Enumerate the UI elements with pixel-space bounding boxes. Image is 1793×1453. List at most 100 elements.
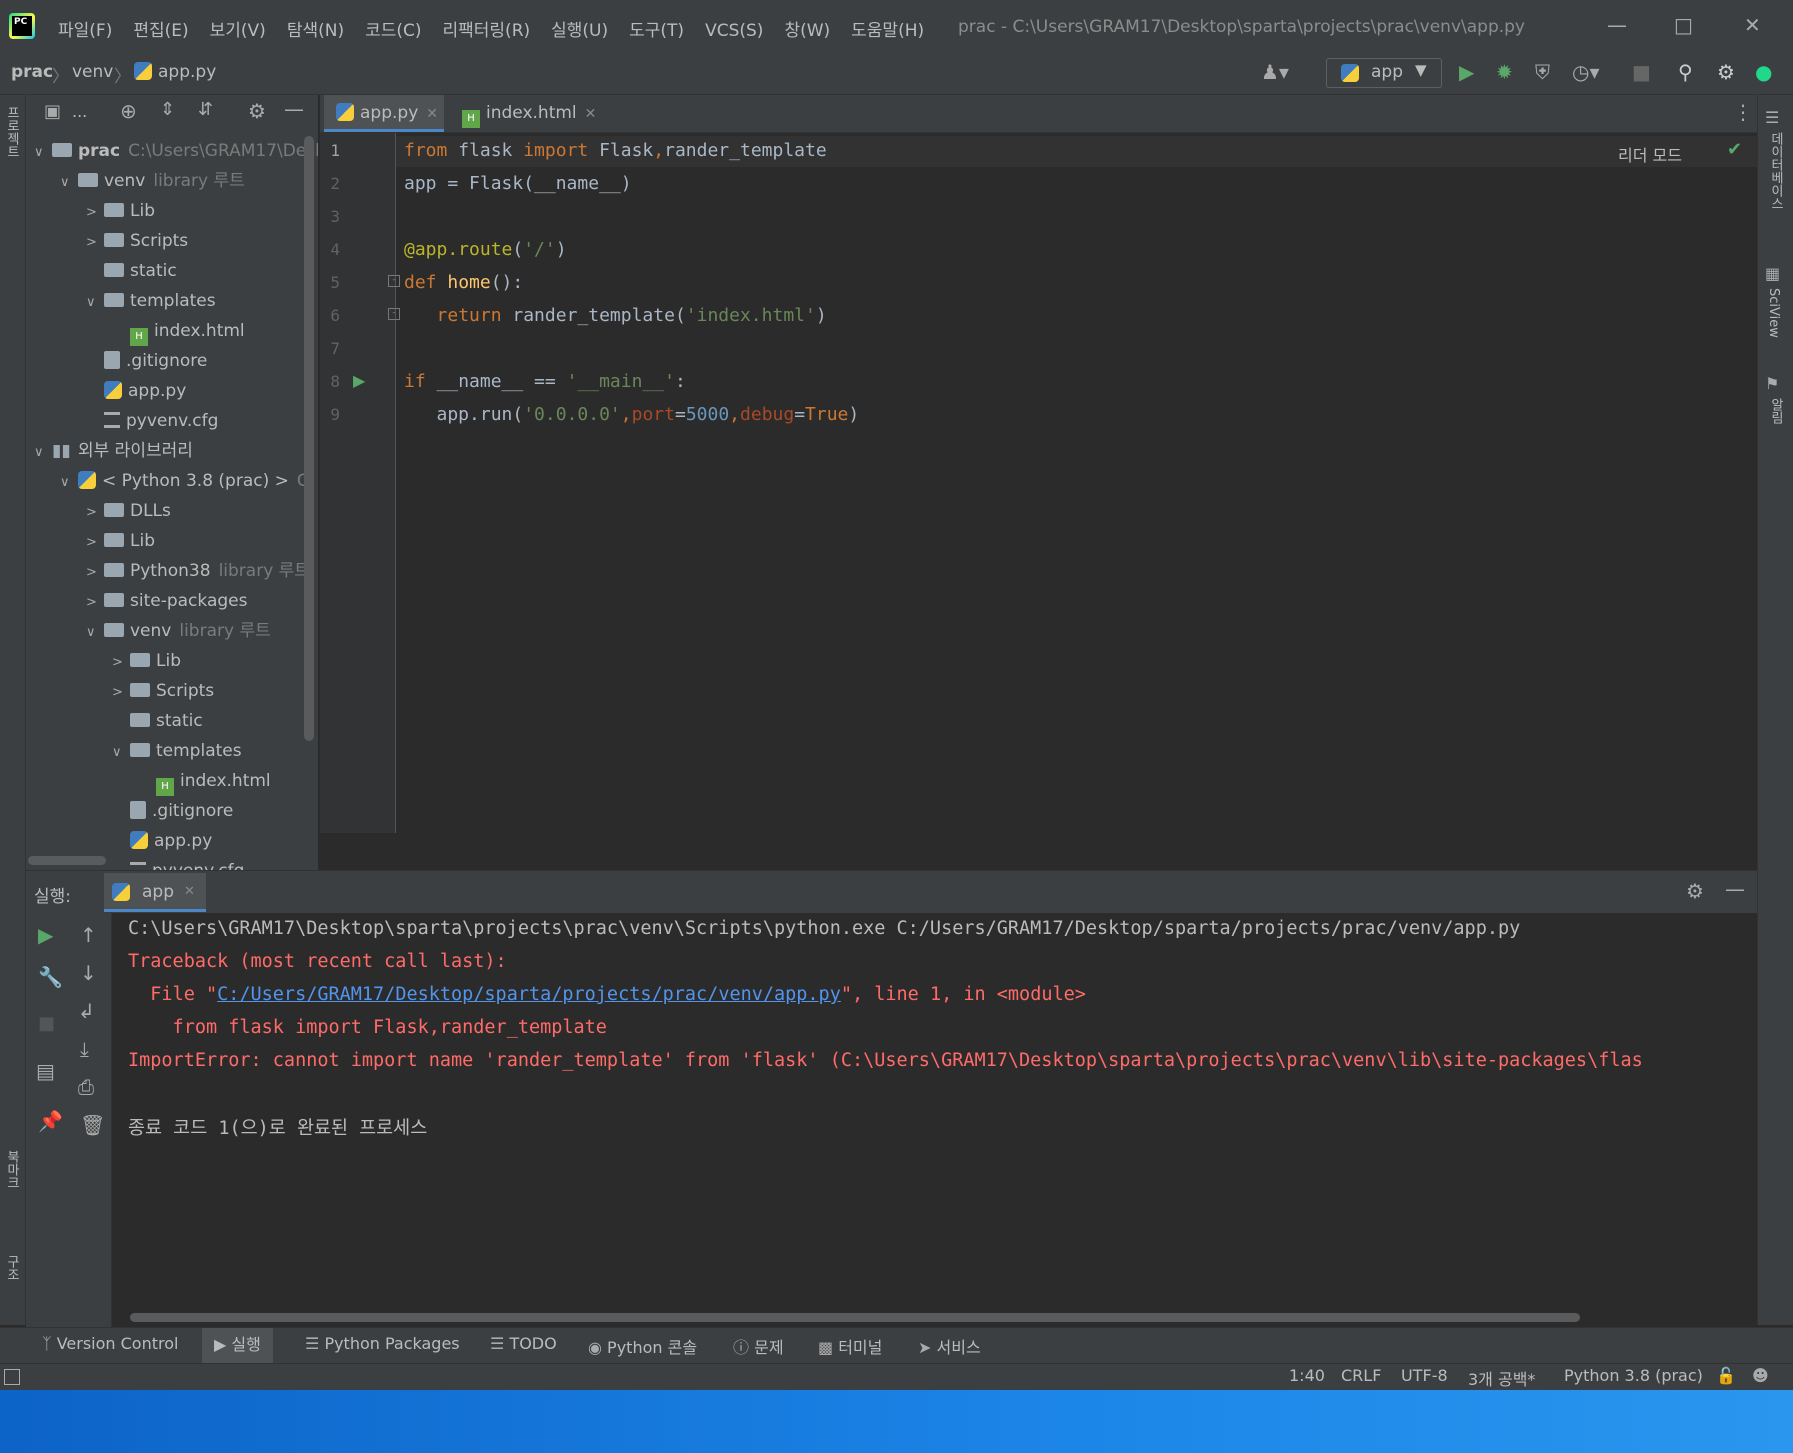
gear-icon[interactable]: ⚙	[1686, 879, 1704, 903]
menu-window[interactable]: 창(W)	[784, 21, 830, 41]
profile-icon[interactable]: ◷▾	[1572, 60, 1600, 84]
inspection-icon[interactable]: ☻	[1752, 1366, 1769, 1385]
tree-item[interactable]: > Lib	[86, 196, 155, 226]
project-view-icon[interactable]: ▣	[44, 101, 61, 122]
hide-panel-icon[interactable]: —	[284, 97, 304, 121]
tab-app-py[interactable]: app.py ✕	[324, 95, 444, 132]
console-horizontal-scrollbar[interactable]	[130, 1313, 1580, 1322]
tree-item[interactable]: > Lib	[112, 646, 181, 676]
coverage-icon[interactable]: ⛨	[1535, 60, 1550, 84]
tool-tab-services[interactable]: ➤ 서비스	[918, 1334, 981, 1358]
menu-vcs[interactable]: VCS(S)	[705, 21, 763, 41]
tree-item[interactable]: pyvenv.cfg	[130, 856, 244, 870]
breadcrumb-folder[interactable]: venv	[72, 62, 113, 82]
structure-tool-button[interactable]: 구조	[2, 1255, 21, 1281]
tree-item[interactable]: app.py	[104, 376, 186, 406]
breadcrumb-project[interactable]: prac	[11, 62, 53, 82]
tab-index-html[interactable]: Hindex.html ✕	[462, 95, 612, 132]
print-icon[interactable]: ⎙	[78, 1075, 94, 1099]
trash-icon[interactable]: 🗑	[80, 1113, 105, 1137]
run-tab-app[interactable]: app ✕	[104, 873, 206, 912]
reader-mode-toggle[interactable]: 리더 모드	[1618, 142, 1682, 166]
project-view-title[interactable]: ...	[72, 102, 87, 121]
gear-icon[interactable]: ⚙	[1717, 60, 1735, 84]
bookmarks-tool-button[interactable]: 북마크	[2, 1150, 21, 1189]
hide-panel-icon[interactable]: —	[1725, 877, 1745, 901]
wrench-icon[interactable]: 🔧	[38, 965, 63, 989]
arrow-down-icon[interactable]: ↓	[80, 961, 97, 985]
run-icon[interactable]: ▶	[1459, 60, 1474, 84]
notifications-tool-button[interactable]: 알림	[1766, 398, 1785, 424]
sciview-tool-button[interactable]: SciView	[1766, 288, 1781, 338]
breadcrumb-file[interactable]: app.py	[134, 62, 216, 82]
tree-item[interactable]: ∨ ▮▮ 외부 라이브러리	[34, 436, 193, 466]
tree-item[interactable]: ∨ venv library 루트	[86, 616, 271, 646]
code-with-me-icon[interactable]: ●	[1755, 60, 1772, 84]
status-caret-position[interactable]: 1:40	[1289, 1366, 1325, 1385]
tree-item[interactable]: static	[104, 256, 177, 286]
tree-item[interactable]: > Scripts	[86, 226, 188, 256]
menu-file[interactable]: 파일(F)	[58, 21, 112, 41]
status-indent[interactable]: 3개 공백*	[1468, 1366, 1535, 1390]
menu-edit[interactable]: 편집(E)	[133, 21, 188, 41]
layout-icon[interactable]: ▤	[36, 1059, 55, 1083]
debug-icon[interactable]: ✹	[1496, 60, 1513, 84]
tree-item[interactable]: > DLLs	[86, 496, 171, 526]
tool-tab-python-console[interactable]: ◉ Python 콘솔	[588, 1334, 697, 1358]
tool-tab-terminal[interactable]: ▩ 터미널	[818, 1334, 882, 1358]
tool-tab-run[interactable]: ▶ 실행	[202, 1328, 273, 1363]
tree-item[interactable]: .gitignore	[104, 346, 207, 376]
menu-run[interactable]: 실행(U)	[551, 21, 608, 41]
project-tool-button[interactable]: 프로젝트	[2, 106, 21, 158]
rerun-icon[interactable]: ▶	[38, 923, 53, 947]
tree-item[interactable]: .gitignore	[130, 796, 233, 826]
maximize-icon[interactable]: □	[1674, 13, 1693, 37]
menu-tools[interactable]: 도구(T)	[629, 21, 684, 41]
database-tool-button[interactable]: 데이터베이스	[1766, 132, 1785, 210]
fold-icon[interactable]: -	[388, 308, 400, 320]
run-config-select[interactable]: app ▼	[1326, 58, 1442, 88]
menu-help[interactable]: 도움말(H)	[851, 21, 924, 41]
tool-tab-python-packages[interactable]: ☰ Python Packages	[305, 1334, 460, 1353]
menu-code[interactable]: 코드(C)	[365, 21, 421, 41]
tree-item[interactable]: > site-packages	[86, 586, 247, 616]
menu-refactor[interactable]: 리팩터링(R)	[443, 21, 531, 41]
gear-icon[interactable]: ⚙	[248, 99, 266, 123]
scroll-to-end-icon[interactable]: ⤓	[80, 1037, 89, 1061]
search-icon[interactable]: ⚲	[1678, 60, 1693, 84]
tree-scrollbar[interactable]	[304, 136, 314, 741]
close-tab-icon[interactable]: ✕	[184, 884, 195, 899]
close-icon[interactable]: ✕	[1744, 13, 1761, 37]
run-gutter-icon[interactable]: ▶	[353, 371, 365, 390]
tree-horizontal-scrollbar[interactable]	[28, 856, 106, 865]
tree-item[interactable]: Hindex.html	[130, 316, 245, 346]
tool-tab-problems[interactable]: ⓘ 문제	[733, 1334, 784, 1358]
arrow-up-icon[interactable]: ↑	[80, 923, 97, 947]
editor-area[interactable]	[396, 133, 1757, 833]
tool-tab-todo[interactable]: ☰ TODO	[490, 1334, 557, 1353]
menu-navigate[interactable]: 탐색(N)	[287, 21, 344, 41]
minimize-icon[interactable]: —	[1607, 13, 1627, 37]
tree-item[interactable]: ∨ prac C:\Users\GRAM17\Desktop\sparta\proj…	[34, 136, 318, 166]
stop-icon[interactable]: ■	[1632, 60, 1651, 84]
status-interpreter[interactable]: Python 3.8 (prac)	[1564, 1366, 1703, 1385]
pin-icon[interactable]: 📌	[38, 1109, 63, 1133]
tree-item[interactable]: > Python38 library 루트	[86, 556, 310, 586]
tree-item[interactable]: > Scripts	[112, 676, 214, 706]
close-tab-icon[interactable]: ✕	[585, 106, 597, 122]
expand-all-icon[interactable]: ⇕	[160, 99, 175, 120]
user-icon[interactable]: ♟▾	[1261, 60, 1289, 84]
tree-item[interactable]: ∨< Python 3.8 (prac) >C:	[60, 466, 315, 496]
status-encoding[interactable]: UTF-8	[1401, 1366, 1448, 1385]
locate-icon[interactable]: ⊕	[120, 99, 137, 123]
tree-item[interactable]: Hindex.html	[156, 766, 271, 796]
tree-item[interactable]: app.py	[130, 826, 212, 856]
more-options-icon[interactable]: ⋮	[1733, 100, 1753, 124]
close-tab-icon[interactable]: ✕	[426, 106, 438, 122]
tree-item[interactable]: ∨ templates	[86, 286, 216, 316]
fold-icon[interactable]: -	[388, 275, 400, 287]
tree-item[interactable]: static	[130, 706, 203, 736]
tool-tab-version-control[interactable]: ᛉ Version Control	[42, 1334, 178, 1353]
tree-item[interactable]: ∨ venv library 루트	[60, 166, 245, 196]
toggle-tool-windows-icon[interactable]	[4, 1369, 20, 1385]
